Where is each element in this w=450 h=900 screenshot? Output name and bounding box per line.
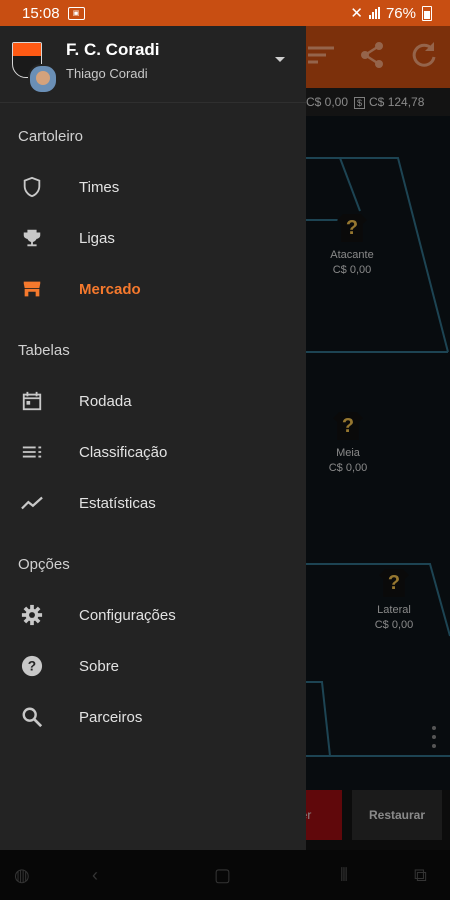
drawer-item-label: Times xyxy=(79,178,120,196)
help-icon: ? xyxy=(20,654,44,678)
store-icon xyxy=(20,277,44,301)
clock: 15:08 xyxy=(22,4,60,22)
mute-icon: ✕ xyxy=(350,5,363,22)
battery-icon xyxy=(422,5,432,21)
drawer-item-classificacao[interactable]: Classificação xyxy=(0,428,306,476)
drawer-item-label: Parceiros xyxy=(79,708,143,726)
trophy-icon xyxy=(20,226,44,250)
drawer-item-configuracoes[interactable]: Configurações xyxy=(0,591,306,639)
drawer-item-label: Estatísticas xyxy=(79,494,156,512)
status-icons: ✕ 76% xyxy=(350,4,432,22)
section-title-opcoes: Opções xyxy=(18,556,70,573)
section-title-cartoleiro: Cartoleiro xyxy=(18,128,84,145)
drawer-item-mercado[interactable]: Mercado xyxy=(0,265,306,313)
drawer-item-label: Classificação xyxy=(79,443,168,461)
shield-icon xyxy=(20,175,44,199)
status-bar: 15:08 ▣ ✕ 76% xyxy=(0,0,450,26)
navigation-drawer: F. C. Coradi Thiago Coradi Cartoleiro Ti… xyxy=(0,26,306,850)
drawer-item-estatisticas[interactable]: Estatísticas xyxy=(0,479,306,527)
drawer-item-label: Configurações xyxy=(79,606,176,624)
drawer-item-label: Rodada xyxy=(79,392,132,410)
calendar-icon xyxy=(20,389,44,413)
drawer-header[interactable]: F. C. Coradi Thiago Coradi xyxy=(0,26,306,103)
drawer-item-rodada[interactable]: Rodada xyxy=(0,377,306,425)
avatar xyxy=(28,64,58,94)
team-name: F. C. Coradi xyxy=(66,40,160,59)
drawer-item-ligas[interactable]: Ligas xyxy=(0,214,306,262)
trending-icon xyxy=(20,491,44,515)
drawer-item-sobre[interactable]: ? Sobre xyxy=(0,642,306,690)
search-icon xyxy=(20,705,44,729)
notification-icon: ▣ xyxy=(67,6,85,20)
account-dropdown-icon[interactable] xyxy=(275,57,285,62)
gear-icon xyxy=(20,603,44,627)
svg-text:?: ? xyxy=(28,659,36,674)
drawer-item-label: Sobre xyxy=(79,657,120,675)
drawer-item-times[interactable]: Times xyxy=(0,163,306,211)
user-name: Thiago Coradi xyxy=(66,66,148,81)
signal-icon xyxy=(368,7,380,19)
drawer-item-label: Mercado xyxy=(79,280,141,298)
list-icon xyxy=(20,440,44,464)
battery-level: 76% xyxy=(385,4,416,22)
drawer-item-label: Ligas xyxy=(79,229,115,247)
drawer-item-parceiros[interactable]: Parceiros xyxy=(0,693,306,741)
section-title-tabelas: Tabelas xyxy=(18,342,70,359)
